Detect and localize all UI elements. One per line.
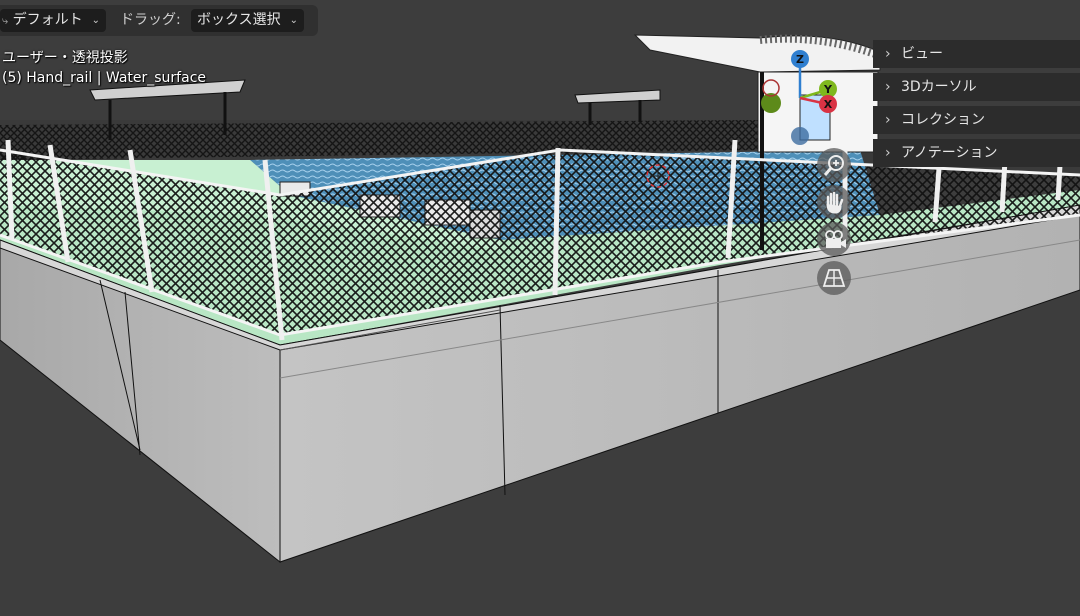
npanel-tab-label: アノテーション [901, 145, 998, 161]
camera-icon [825, 230, 846, 248]
y-axis-label: Y [823, 83, 833, 96]
view-name: ユーザー・透視投影 [2, 50, 128, 66]
chevron-right-icon: › [885, 112, 891, 128]
npanel-tab-label: コレクション [901, 112, 985, 128]
perspective-toggle-button[interactable] [817, 261, 851, 295]
zoom-icon [823, 155, 844, 176]
transform-orientation-icon: ⤷ [2, 14, 9, 27]
z-axis-label: Z [796, 53, 804, 66]
zoom-button[interactable] [817, 148, 851, 182]
chevron-right-icon: › [885, 79, 891, 95]
chevron-right-icon: › [885, 46, 891, 62]
object-info: (5) Hand_rail | Water_surface [2, 70, 207, 86]
hand-pan-icon [826, 191, 844, 214]
npanel-tab-label: ビュー [901, 46, 943, 62]
drag-label: ドラッグ: [120, 12, 181, 28]
drag-value: ボックス選択 [197, 12, 281, 28]
orientation-label: デフォルト [12, 12, 83, 28]
npanel-tab-annotation[interactable]: › アノテーション [873, 139, 1080, 167]
npanel-tab-3d-cursor[interactable]: › 3Dカーソル [873, 73, 1080, 101]
x-axis-label: X [824, 98, 833, 111]
x-axis-handle[interactable]: X [819, 95, 837, 113]
npanel-tab-collection[interactable]: › コレクション [873, 106, 1080, 134]
npanel-tab-label: 3Dカーソル [901, 79, 977, 95]
viewport-header: ⤷ デフォルト ⌄ ドラッグ: ボックス選択 ⌄ [0, 5, 318, 36]
canopy-mid [574, 89, 661, 125]
navigation-gizmo[interactable]: Z Y X [760, 48, 840, 148]
orientation-dropdown[interactable]: ⤷ デフォルト ⌄ [0, 9, 106, 32]
chevron-down-icon: ⌄ [91, 15, 100, 26]
npanel-tab-view[interactable]: › ビュー [873, 40, 1080, 68]
neg-z-axis[interactable] [791, 127, 809, 145]
pan-button[interactable] [817, 185, 851, 219]
chevron-right-icon: › [885, 145, 891, 161]
drag-dropdown[interactable]: ボックス選択 ⌄ [191, 9, 304, 32]
z-axis-handle[interactable]: Z [791, 50, 809, 68]
grid-perspective-icon [822, 269, 846, 287]
chevron-down-icon: ⌄ [289, 15, 298, 26]
camera-view-button[interactable] [817, 222, 851, 256]
